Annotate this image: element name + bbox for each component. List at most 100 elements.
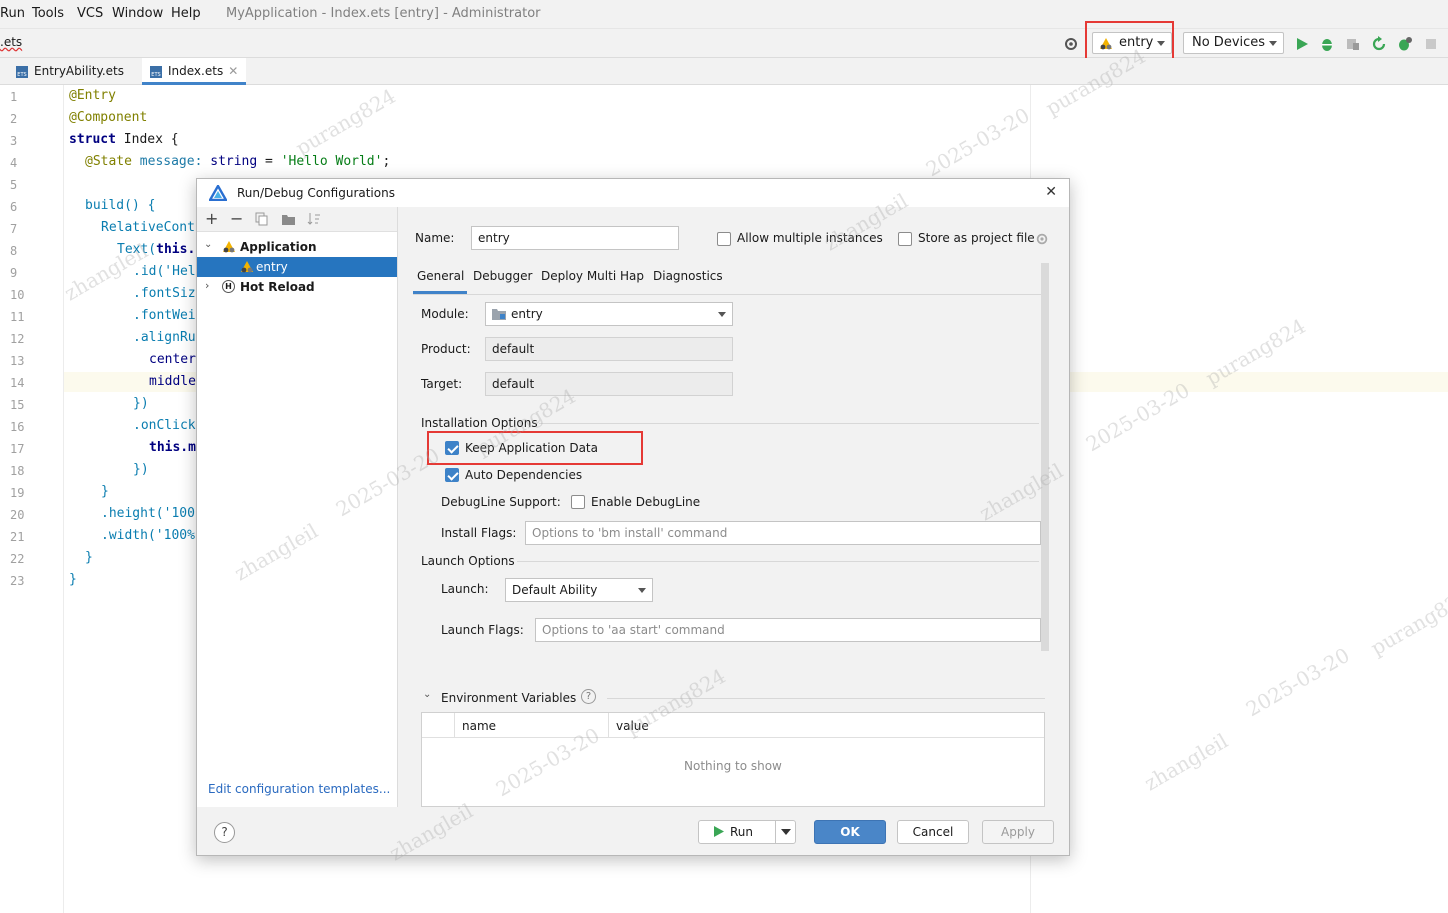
- breadcrumb[interactable]: .ets: [0, 35, 22, 49]
- code-line: }: [101, 484, 109, 499]
- remove-icon[interactable]: −: [230, 209, 243, 228]
- auto-dependencies-checkbox[interactable]: [445, 468, 459, 482]
- gear-icon[interactable]: [1063, 36, 1079, 52]
- column-header-name[interactable]: name: [462, 719, 496, 733]
- tab-entryability[interactable]: ETS EntryAbility.ets: [8, 58, 132, 85]
- apply-changes-icon[interactable]: [1371, 36, 1387, 52]
- window-title: MyApplication - Index.ets [entry] - Admi…: [226, 6, 541, 21]
- line-number: 20: [10, 508, 25, 522]
- cancel-button[interactable]: Cancel: [897, 820, 969, 844]
- dialog-title: Run/Debug Configurations: [237, 186, 395, 200]
- run-button[interactable]: Run: [698, 820, 796, 844]
- code-line: }): [133, 462, 149, 477]
- menu-run[interactable]: Run: [0, 6, 25, 21]
- chevron-down-icon[interactable]: ⌄: [423, 689, 431, 700]
- hot-reload-icon: H: [222, 280, 235, 293]
- config-detail-panel: Name: entry Allow multiple instances Sto…: [399, 207, 1069, 807]
- tree-item-entry[interactable]: entry: [197, 257, 397, 277]
- column-divider: [608, 713, 609, 738]
- chevron-down-icon[interactable]: [781, 829, 791, 835]
- code-line: build() {: [85, 198, 156, 213]
- ets-file-icon: ETS: [16, 66, 28, 78]
- tree-item-hot-reload[interactable]: › H Hot Reload: [197, 277, 397, 297]
- run-debug-dialog: Run/Debug Configurations ✕ + − ⌄ Applica…: [196, 178, 1070, 856]
- attach-debugger-icon[interactable]: [1345, 36, 1361, 52]
- code-line: center: [149, 352, 196, 367]
- code-line: middle: [149, 374, 196, 389]
- allow-multiple-checkbox[interactable]: [717, 232, 731, 246]
- edit-templates-link[interactable]: Edit configuration templates...: [208, 782, 390, 796]
- code-line: .onClick: [133, 418, 196, 433]
- line-number: 10: [10, 288, 25, 302]
- run-icon[interactable]: [1294, 36, 1310, 52]
- menubar: Run Tools VCS Window Help MyApplication …: [0, 0, 1448, 28]
- add-icon[interactable]: +: [205, 209, 218, 228]
- application-icon: [241, 261, 253, 273]
- tree-item-application[interactable]: ⌄ Application: [197, 237, 397, 257]
- device-select[interactable]: No Devices: [1183, 32, 1284, 54]
- highlight-keep-app-data: [427, 431, 643, 465]
- ok-button[interactable]: OK: [814, 820, 886, 844]
- line-number: 17: [10, 442, 25, 456]
- line-number: 18: [10, 464, 25, 478]
- apply-button[interactable]: Apply: [982, 820, 1054, 844]
- launch-flags-input[interactable]: Options to 'aa start' command: [535, 618, 1041, 642]
- chevron-right-icon: ›: [205, 279, 210, 292]
- chevron-down-icon: [1269, 41, 1277, 46]
- debug-icon[interactable]: [1319, 36, 1335, 52]
- line-number: 19: [10, 486, 25, 500]
- module-select[interactable]: entry: [485, 302, 733, 326]
- tab-index[interactable]: ETS Index.ets ✕: [142, 58, 247, 85]
- store-project-label: Store as project file: [918, 231, 1035, 245]
- line-number: 3: [10, 134, 18, 148]
- close-icon[interactable]: ✕: [228, 64, 238, 78]
- install-flags-input[interactable]: Options to 'bm install' command: [525, 521, 1041, 545]
- name-label: Name:: [415, 231, 455, 245]
- tab-deploy-multi-hap[interactable]: Deploy Multi Hap: [541, 269, 644, 283]
- tab-label: Index.ets: [168, 64, 224, 78]
- line-number: 11: [10, 310, 25, 324]
- close-icon[interactable]: ✕: [1045, 184, 1057, 200]
- debugline-label: DebugLine Support:: [441, 495, 561, 509]
- line-number: 9: [10, 266, 18, 280]
- tab-debugger[interactable]: Debugger: [473, 269, 532, 283]
- chevron-down-icon: [638, 588, 646, 593]
- sort-icon[interactable]: [307, 212, 321, 226]
- menu-vcs[interactable]: VCS: [77, 6, 103, 21]
- profiler-icon[interactable]: [1397, 36, 1413, 52]
- watermark: purang824: [291, 83, 400, 161]
- code-line: @State message: string = 'Hello World';: [85, 154, 391, 169]
- gear-icon[interactable]: [1035, 232, 1049, 246]
- app-logo-icon: [209, 185, 227, 201]
- name-input[interactable]: entry: [471, 226, 679, 250]
- code-line: .width('100%: [101, 528, 195, 543]
- module-label: Module:: [421, 307, 469, 321]
- enable-debugline-checkbox[interactable]: [571, 495, 585, 509]
- target-label: Target:: [421, 377, 463, 391]
- column-divider: [454, 713, 455, 738]
- help-icon[interactable]: ?: [581, 689, 596, 704]
- store-project-checkbox[interactable]: [898, 232, 912, 246]
- code-line: }: [85, 550, 93, 565]
- divider: [539, 423, 1039, 424]
- launch-select[interactable]: Default Ability: [505, 578, 653, 602]
- line-number: 4: [10, 156, 18, 170]
- line-number: 15: [10, 398, 25, 412]
- copy-icon[interactable]: [255, 212, 269, 226]
- tree-label: Hot Reload: [240, 280, 315, 294]
- tab-diagnostics[interactable]: Diagnostics: [653, 269, 723, 283]
- scrollbar[interactable]: [1041, 263, 1049, 651]
- help-icon[interactable]: ?: [214, 822, 235, 843]
- menu-help[interactable]: Help: [171, 6, 201, 21]
- tab-general[interactable]: General: [417, 269, 464, 283]
- ets-file-icon: ETS: [150, 66, 162, 78]
- stop-icon[interactable]: [1423, 36, 1439, 52]
- line-number: 7: [10, 222, 18, 236]
- line-number: 6: [10, 200, 18, 214]
- run-icon: [714, 826, 724, 837]
- menu-tools[interactable]: Tools: [32, 6, 64, 21]
- folder-add-icon[interactable]: [281, 212, 297, 226]
- code-line: .fontWei: [133, 308, 196, 323]
- line-number: 1: [10, 90, 18, 104]
- menu-window[interactable]: Window: [112, 6, 163, 21]
